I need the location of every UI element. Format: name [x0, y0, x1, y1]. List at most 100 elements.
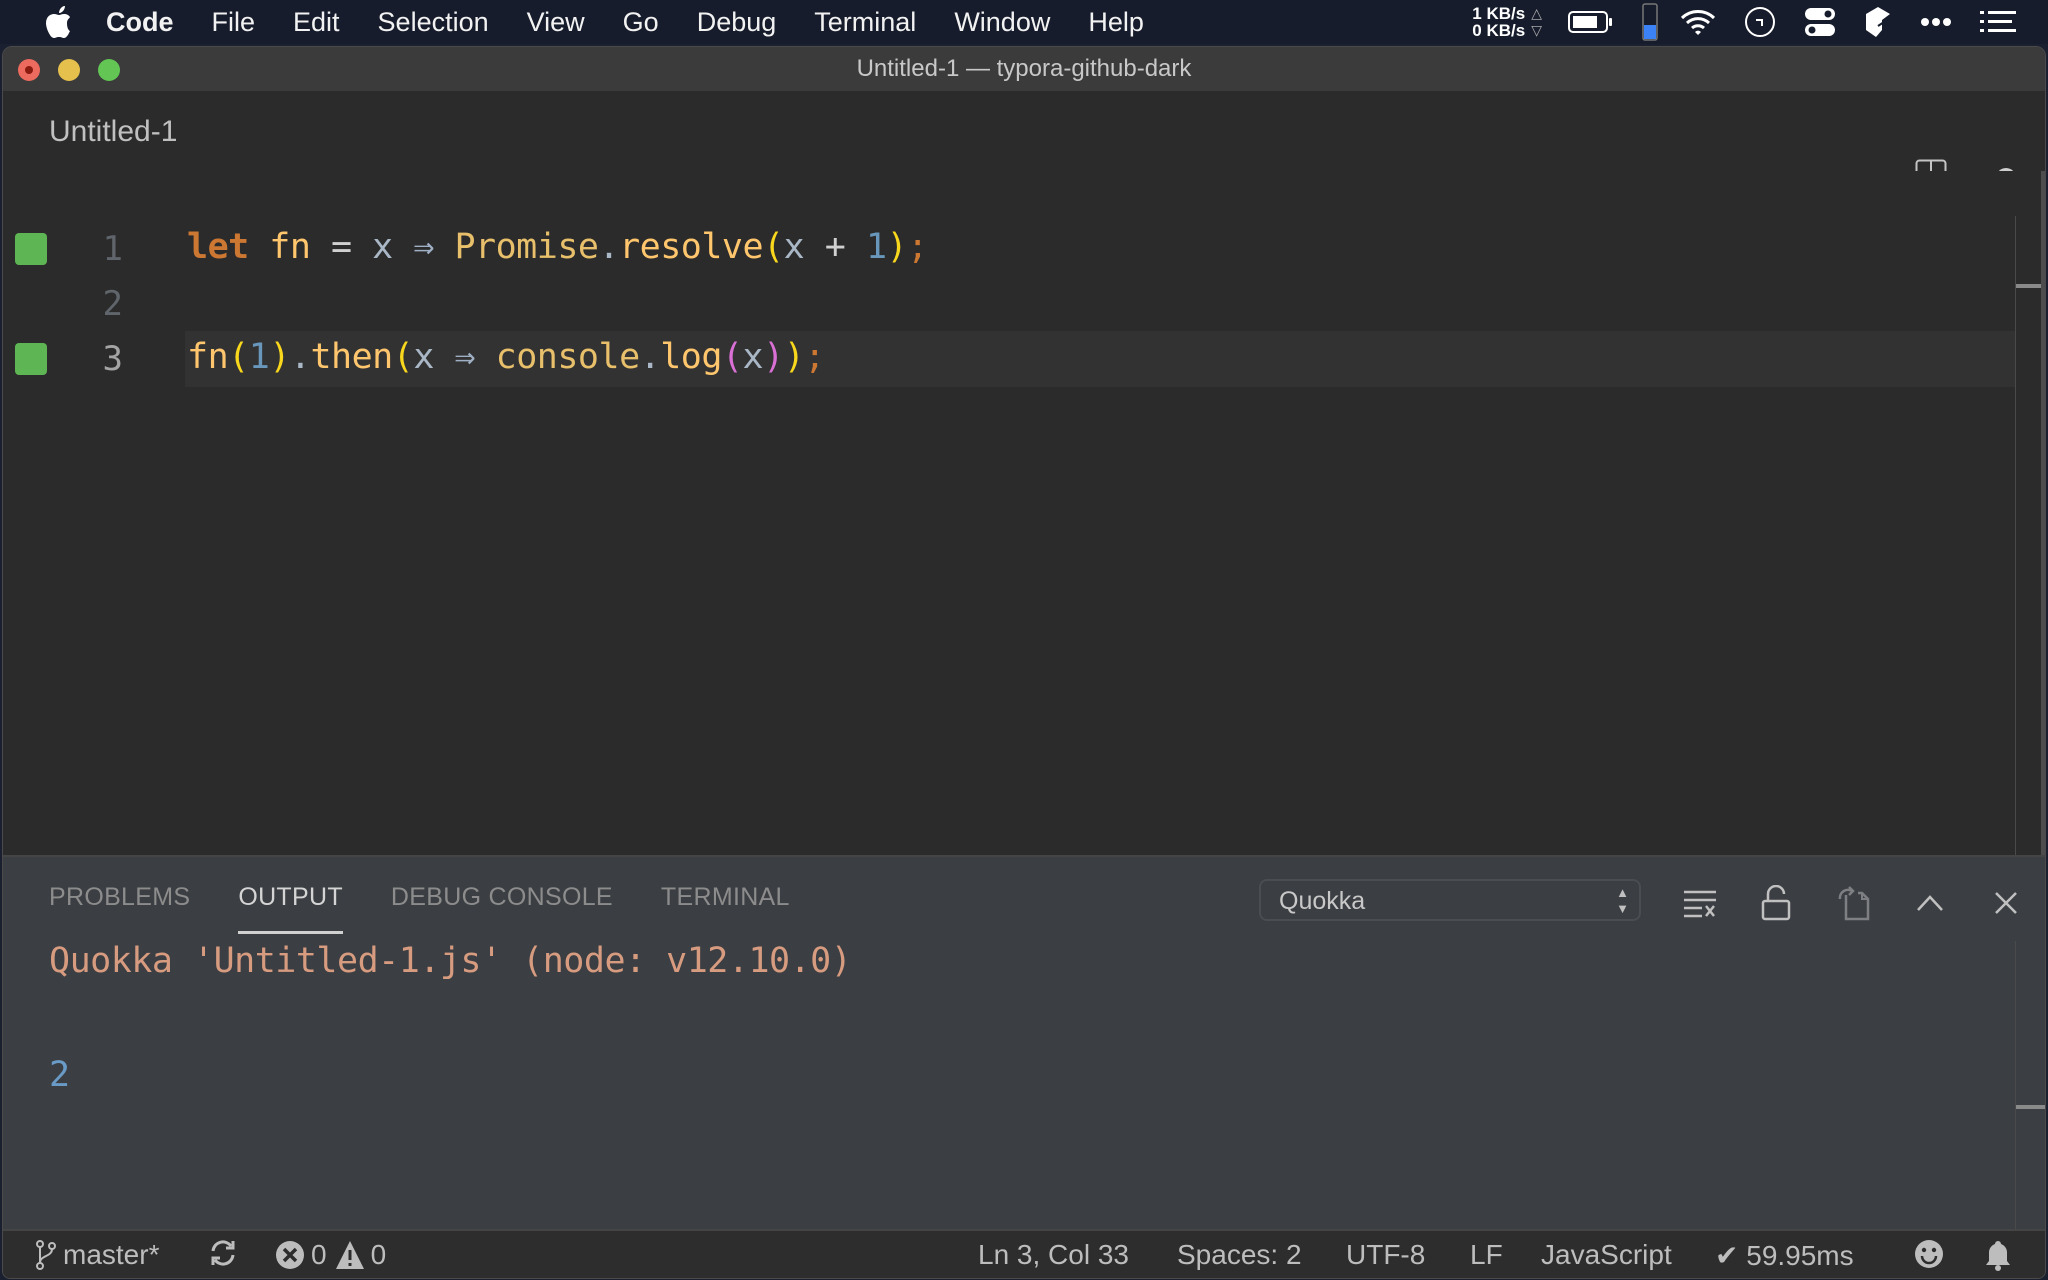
code-token: ): [763, 337, 784, 377]
code-token: console: [495, 337, 641, 377]
code-token: resolve: [619, 227, 764, 267]
apple-logo-icon[interactable]: [40, 4, 76, 40]
close-panel-icon[interactable]: [1986, 883, 2026, 923]
code-token: ⇒: [433, 337, 496, 377]
language-mode[interactable]: JavaScript: [1541, 1239, 1672, 1271]
menu-help[interactable]: Help: [1088, 7, 1144, 38]
tab-problems[interactable]: PROBLEMS: [49, 883, 190, 934]
menu-window[interactable]: Window: [954, 7, 1050, 38]
line-number: 3: [102, 339, 123, 379]
error-count: 0: [311, 1239, 327, 1270]
clear-output-icon[interactable]: [1680, 883, 1720, 923]
code-token: .: [598, 227, 620, 267]
macos-menubar: Code File Edit Selection View Go Debug T…: [0, 0, 2048, 44]
warning-icon: [335, 1241, 364, 1269]
code-token: then: [310, 337, 393, 377]
battery-icon[interactable]: [1568, 10, 1614, 34]
maximize-window-button[interactable]: [98, 59, 120, 81]
code-token: (: [228, 337, 249, 377]
select-arrows-icon: ▲ ▼: [1616, 885, 1629, 916]
network-speed[interactable]: 1 KB/s 0 KB/s: [1472, 5, 1525, 39]
editor-line-2[interactable]: 2: [3, 276, 2045, 332]
menu-debug[interactable]: Debug: [697, 7, 777, 38]
menu-file[interactable]: File: [212, 7, 256, 38]
coverage-marker-icon: [15, 233, 47, 265]
network-up: 1 KB/s: [1472, 4, 1526, 23]
open-in-editor-icon[interactable]: [1833, 883, 1873, 923]
output-channel-select[interactable]: Quokka ▲ ▼: [1259, 879, 1641, 921]
warning-count: 0: [370, 1239, 387, 1270]
status-bar: master* 0 0 Ln 3, Col 33 Spaces: 2 UTF-8…: [3, 1229, 2045, 1278]
code-token: .: [289, 337, 311, 377]
code-token: fn: [269, 227, 311, 267]
menu-terminal[interactable]: Terminal: [814, 7, 916, 38]
git-branch-label: master*: [63, 1239, 160, 1270]
tab-terminal[interactable]: TERMINAL: [661, 883, 790, 934]
code-token: ): [269, 337, 290, 377]
coverage-marker-icon: [15, 343, 47, 375]
problems-indicator[interactable]: 0 0: [275, 1239, 386, 1271]
wifi-icon[interactable]: [1680, 8, 1716, 36]
battery-level-icon[interactable]: [1642, 3, 1658, 41]
panel-overview-ruler[interactable]: [2015, 941, 2045, 1229]
line-code: let fn = x ⇒ Promise.resolve(x + 1);: [187, 227, 928, 267]
code-token: ): [886, 227, 908, 267]
code-token: x: [783, 227, 805, 267]
code-token: fn: [187, 337, 229, 377]
end-of-line[interactable]: LF: [1470, 1239, 1503, 1271]
network-arrows-icon: △ ▽: [1531, 5, 1542, 38]
editor-line-3[interactable]: 3 fn(1).then(x ⇒ console.log(x));: [3, 331, 2045, 387]
window-controls: [18, 59, 138, 81]
quokka-timing[interactable]: ✔ 59.95ms: [1715, 1239, 1854, 1272]
cursor-position[interactable]: Ln 3, Col 33: [978, 1239, 1129, 1271]
output-header-line: Quokka 'Untitled-1.js' (node: v12.10.0): [49, 941, 852, 981]
unlock-scroll-icon[interactable]: [1756, 883, 1796, 923]
line-number: 1: [102, 229, 123, 269]
minimize-window-button[interactable]: [58, 59, 80, 81]
list-icon[interactable]: [1980, 10, 2016, 34]
close-window-button[interactable]: [18, 59, 40, 81]
code-token: .: [639, 337, 661, 377]
maximize-panel-chevron-up-icon[interactable]: [1910, 883, 1950, 923]
notifications-bell-icon[interactable]: [1984, 1239, 2018, 1271]
panel-tabs: PROBLEMS OUTPUT DEBUG CONSOLE TERMINAL: [49, 883, 838, 934]
network-down: 0 KB/s: [1472, 21, 1526, 40]
vscode-window: Untitled-1 — typora-github-dark Untitled…: [2, 46, 2046, 1279]
code-editor[interactable]: 1 let fn = x ⇒ Promise.resolve(x + 1); 2…: [3, 171, 2045, 901]
code-token: ): [783, 337, 805, 377]
code-token: ;: [804, 337, 825, 377]
code-token: Promise: [454, 227, 599, 267]
indentation[interactable]: Spaces: 2: [1177, 1239, 1302, 1271]
menu-view[interactable]: View: [527, 7, 585, 38]
more-icon[interactable]: [1920, 17, 1952, 27]
window-title: Untitled-1 — typora-github-dark: [856, 55, 1192, 82]
menu-app-code[interactable]: Code: [106, 7, 174, 38]
output-channel-value: Quokka: [1279, 887, 1366, 915]
menu-go[interactable]: Go: [623, 7, 659, 38]
feedback-smiley-icon[interactable]: [1914, 1239, 1950, 1269]
sync-icon[interactable]: [209, 1239, 243, 1267]
editor-tab-bar: Untitled-1: [3, 91, 2045, 191]
tab-debug-console[interactable]: DEBUG CONSOLE: [391, 883, 613, 934]
control-center-icon[interactable]: [1804, 6, 1836, 38]
code-token: ;: [907, 227, 928, 267]
editor-line-1[interactable]: 1 let fn = x ⇒ Promise.resolve(x + 1);: [3, 221, 2045, 277]
code-token: 1: [865, 227, 887, 267]
title-bar[interactable]: Untitled-1 — typora-github-dark: [3, 47, 2045, 91]
code-token: x: [413, 337, 434, 377]
editor-scrollbar[interactable]: [2041, 171, 2045, 855]
code-token: +: [804, 227, 866, 267]
tab-output[interactable]: OUTPUT: [238, 883, 343, 934]
git-branch[interactable]: master*: [35, 1239, 159, 1271]
app-tray-icon[interactable]: [1864, 6, 1892, 38]
menu-edit[interactable]: Edit: [293, 7, 340, 38]
encoding[interactable]: UTF-8: [1346, 1239, 1425, 1271]
tab-untitled-1[interactable]: Untitled-1: [49, 115, 177, 149]
code-token: ⇒: [392, 227, 455, 267]
clock-icon[interactable]: [1744, 6, 1776, 38]
menu-selection[interactable]: Selection: [378, 7, 489, 38]
bottom-panel: PROBLEMS OUTPUT DEBUG CONSOLE TERMINAL Q…: [3, 855, 2045, 1229]
output-value-line: 2: [49, 1055, 71, 1095]
code-token: let: [187, 227, 249, 267]
